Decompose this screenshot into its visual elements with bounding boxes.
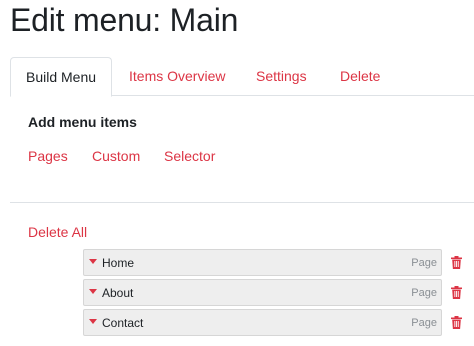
trash-icon[interactable]: [451, 256, 462, 269]
menu-item-home[interactable]: Home Page: [83, 249, 442, 276]
page-title: Edit menu: Main: [10, 2, 239, 38]
menu-item-about[interactable]: About Page: [83, 279, 442, 306]
tab-bar: Build Menu Items Overview Settings Delet…: [10, 57, 474, 97]
tab-items-overview[interactable]: Items Overview: [129, 57, 225, 96]
menu-item-label: Contact: [102, 316, 144, 330]
add-menu-items-heading: Add menu items: [28, 114, 137, 130]
delete-all-link[interactable]: Delete All: [28, 224, 87, 240]
menu-item-type: Page: [411, 257, 437, 269]
page: Edit menu: Main Build Menu Items Overvie…: [0, 0, 474, 346]
trash-icon[interactable]: [451, 316, 462, 329]
section-divider: [10, 202, 474, 203]
caret-down-icon[interactable]: [89, 259, 97, 264]
menu-item-label: About: [102, 286, 134, 300]
tab-settings[interactable]: Settings: [256, 57, 307, 96]
menu-item-contact[interactable]: Contact Page: [83, 309, 442, 336]
add-selector-link[interactable]: Selector: [164, 148, 215, 164]
caret-down-icon[interactable]: [89, 289, 97, 294]
add-pages-link[interactable]: Pages: [28, 148, 68, 164]
menu-item-label: Home: [102, 256, 135, 270]
tab-delete[interactable]: Delete: [340, 57, 380, 96]
caret-down-icon[interactable]: [89, 319, 97, 324]
add-custom-link[interactable]: Custom: [92, 148, 140, 164]
tab-build-menu[interactable]: Build Menu: [10, 57, 113, 97]
trash-icon[interactable]: [451, 286, 462, 299]
menu-item-type: Page: [411, 317, 437, 329]
menu-item-type: Page: [411, 287, 437, 299]
